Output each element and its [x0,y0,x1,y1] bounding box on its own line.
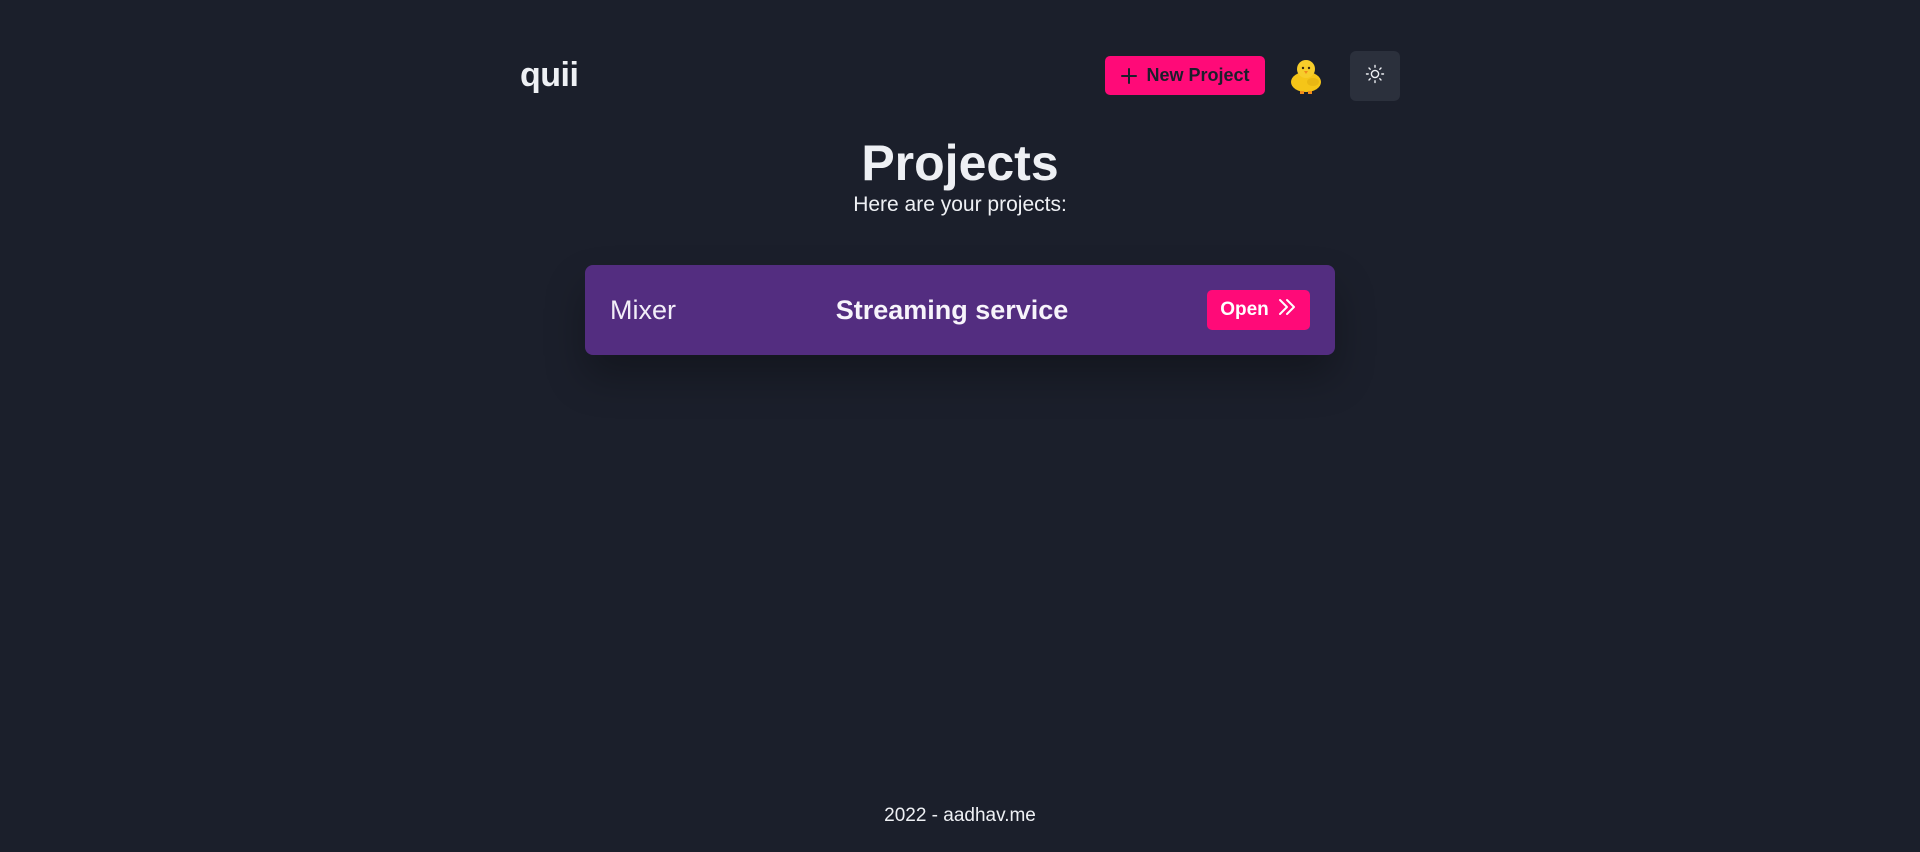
new-project-button[interactable]: New Project [1105,56,1265,95]
plus-icon [1120,67,1138,85]
brand-logo[interactable]: quii [520,56,579,95]
page-subtitle: Here are your projects: [853,193,1067,216]
sun-icon [1365,64,1385,89]
page: quii New Project Projects Here are your … [0,0,1920,852]
double-chevron-right-icon [1277,297,1297,323]
footer-text: 2022 - aadhav.me [884,805,1036,826]
theme-toggle-button[interactable] [1350,51,1400,101]
new-project-label: New Project [1146,65,1250,85]
open-label: Open [1220,299,1269,320]
open-project-button[interactable]: Open [1207,290,1310,330]
page-title: Projects [861,135,1059,191]
project-card: Mixer Streaming service Open [585,265,1335,355]
chick-avatar-icon[interactable] [1284,54,1328,98]
header: quii New Project [520,50,1400,102]
